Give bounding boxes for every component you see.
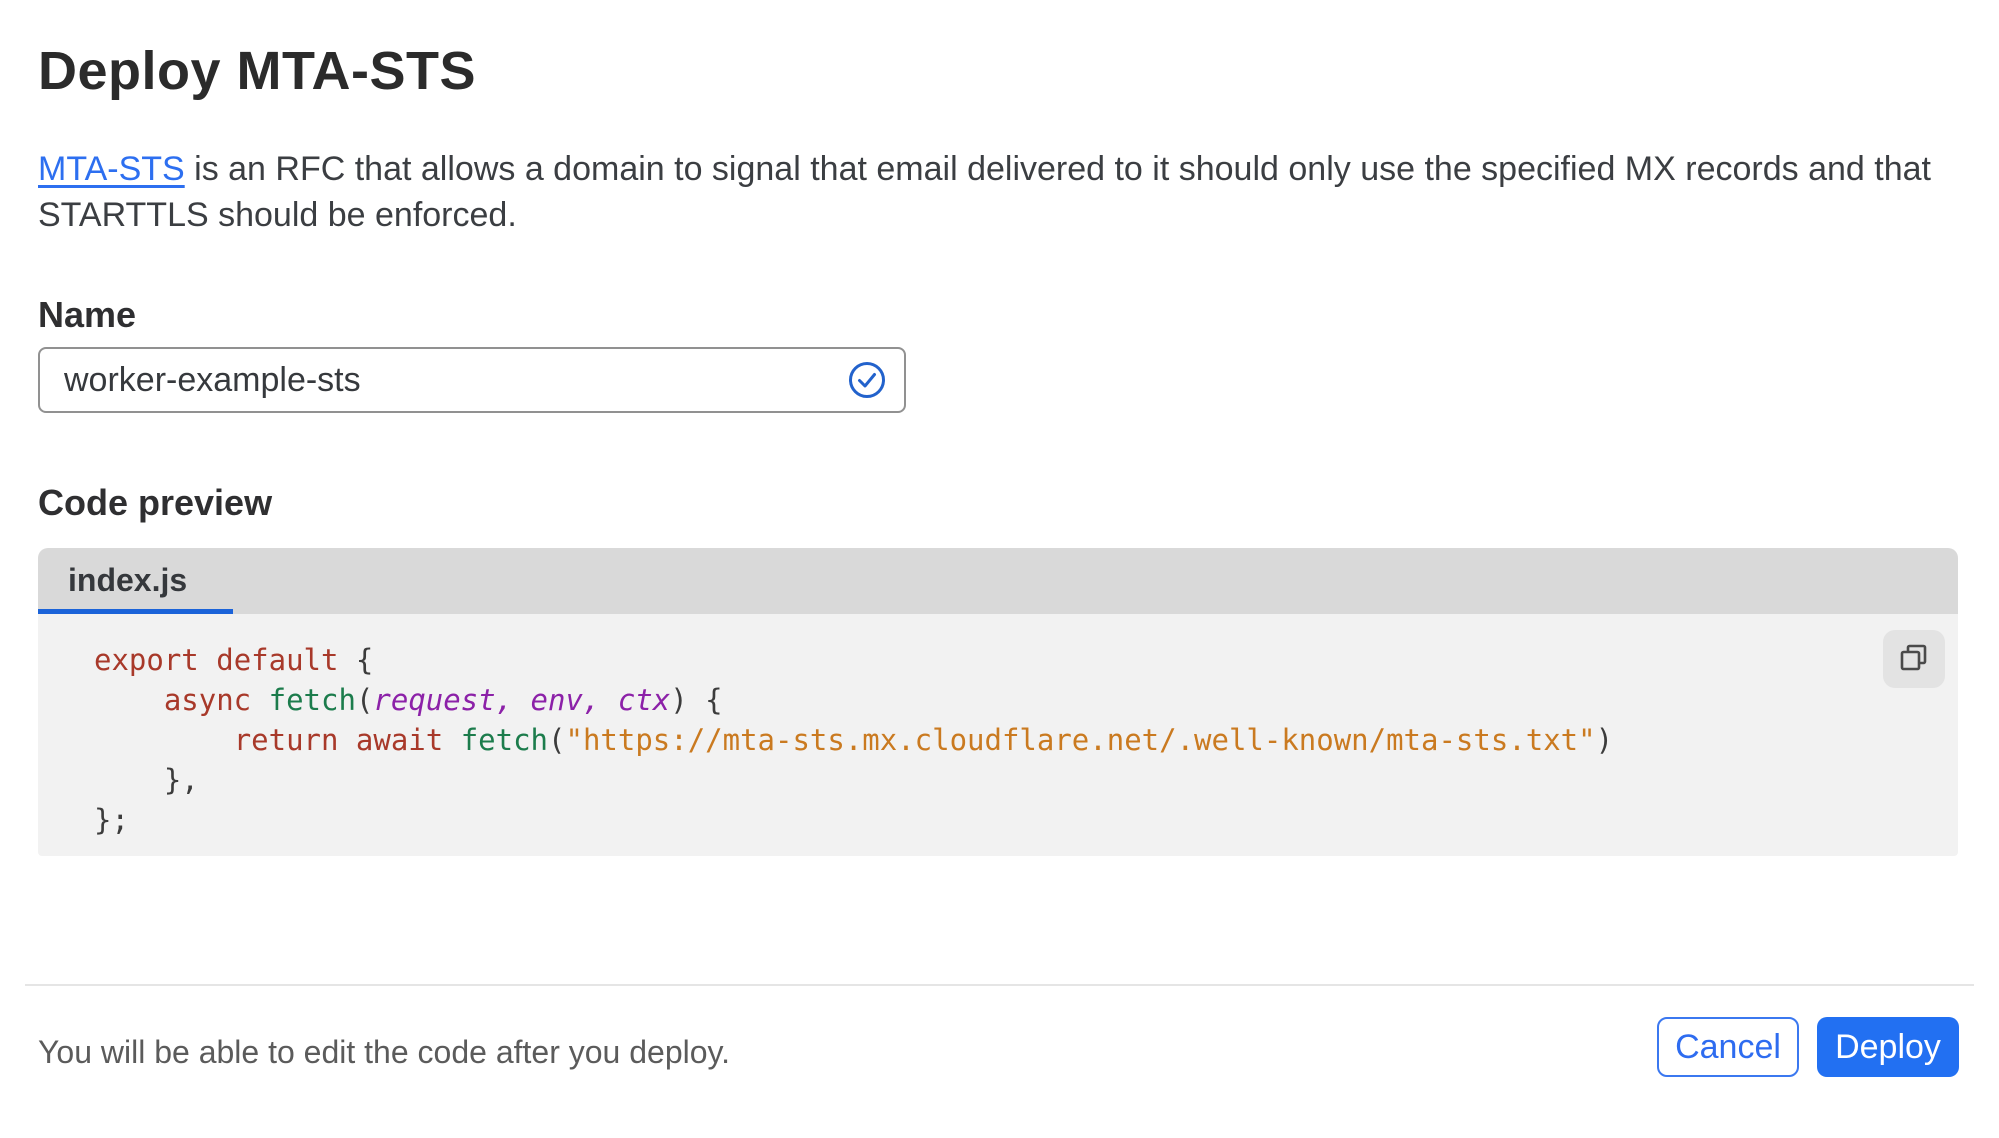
code-line: }, [94,763,199,797]
code-line: async fetch(request, env, ctx) { [163,683,723,717]
name-input[interactable] [38,347,906,413]
footer-note: You will be able to edit the code after … [38,1034,731,1070]
tab-index-js[interactable]: index.js [38,548,234,614]
deploy-button[interactable]: Deploy [1817,1017,1959,1077]
mta-sts-link[interactable]: MTA-STS [38,150,185,188]
cancel-button[interactable]: Cancel [1657,1017,1799,1077]
copy-code-button[interactable] [1883,630,1945,688]
description-body: is an RFC that allows a domain to signal… [38,150,1931,234]
code-editor-area: export default { async fetch(request, en… [38,614,1958,856]
footer-divider [25,984,1974,986]
code-line: return await fetch("https://mta-sts.mx.c… [233,723,1614,757]
code-tab-bar: index.js [38,548,1958,614]
code-preview-label: Code preview [38,482,273,523]
name-field-label: Name [38,294,137,335]
code-preview-panel: index.js export default { async fetch(re… [38,548,1958,856]
check-circle-icon [848,361,886,399]
code-content: export default { async fetch(request, en… [38,614,1958,840]
name-input-wrapper [38,347,906,413]
code-line: }; [94,803,129,837]
description-text: MTA-STS is an RFC that allows a domain t… [38,146,1954,238]
code-line: export default { [94,643,374,677]
page-title: Deploy MTA-STS [38,41,476,101]
copy-icon [1897,641,1931,678]
